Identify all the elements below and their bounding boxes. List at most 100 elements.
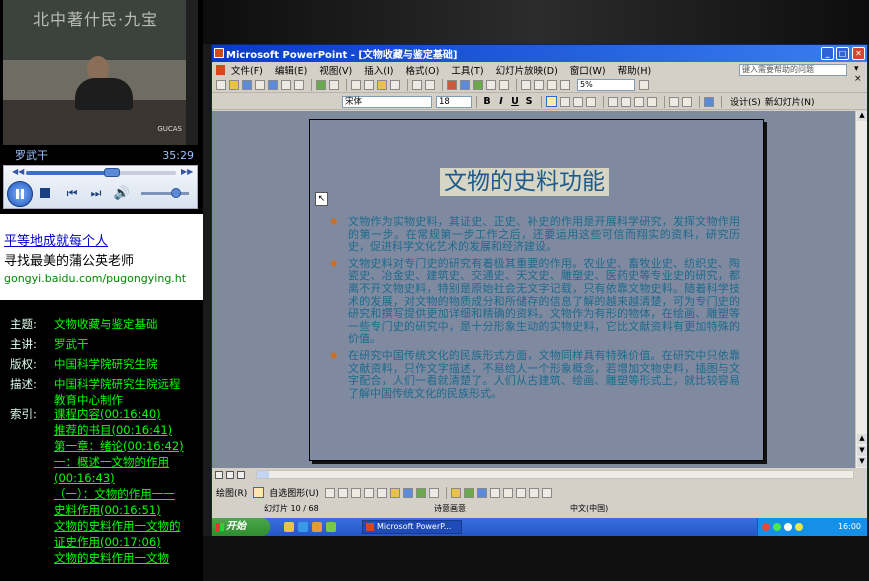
new-slide-button[interactable]: 新幻灯片(N) [765, 95, 815, 108]
tray-icon[interactable] [784, 523, 792, 531]
slide-sorter-icon[interactable] [226, 470, 234, 479]
fast-forward-icon[interactable]: ▶▶ [181, 167, 193, 176]
start-button[interactable]: 开始 [212, 518, 270, 536]
previous-icon[interactable]: ⏮ [64, 185, 80, 201]
save-icon[interactable] [242, 79, 252, 90]
vertical-scrollbar[interactable]: ▲ ▲ ▼ ▼ [855, 111, 867, 468]
print-icon[interactable] [281, 79, 291, 90]
stop-icon[interactable] [40, 188, 50, 198]
shadow-style-icon[interactable] [528, 487, 539, 498]
format-painter-icon[interactable] [390, 79, 400, 90]
rewind-icon[interactable]: ◀◀ [12, 167, 24, 176]
copy-icon[interactable] [364, 79, 374, 90]
scroll-up-icon[interactable]: ▲ [857, 111, 867, 121]
underline-button[interactable]: U [509, 96, 521, 107]
italic-button[interactable]: I [495, 96, 507, 107]
next-slide-icon[interactable]: ▼ [857, 446, 867, 456]
chart-icon[interactable] [447, 79, 457, 90]
pause-icon[interactable] [7, 181, 33, 207]
increase-indent-icon[interactable] [682, 96, 692, 107]
show-formatting-icon[interactable] [534, 79, 544, 90]
decrease-indent-icon[interactable] [669, 96, 679, 107]
menu-tools[interactable]: 工具(T) [451, 63, 483, 77]
document-icon[interactable] [216, 64, 225, 75]
help-search-input[interactable]: 键入需要帮助的问题 [739, 64, 847, 76]
seek-handle[interactable] [103, 168, 120, 177]
table-icon[interactable] [460, 79, 470, 90]
ie-icon[interactable] [298, 522, 308, 532]
slideshow-icon[interactable] [237, 470, 245, 479]
tables-borders-icon[interactable] [473, 79, 483, 90]
zoom-select[interactable]: 5% [577, 78, 635, 91]
align-right-icon[interactable] [573, 96, 583, 107]
numbering-icon[interactable] [608, 96, 618, 107]
scroll-thumb[interactable] [257, 471, 269, 478]
bullets-icon[interactable] [621, 96, 631, 107]
font-color-icon[interactable] [704, 96, 714, 107]
picture-icon[interactable] [428, 487, 439, 498]
show-desktop-icon[interactable] [284, 522, 294, 532]
insert-picture-icon[interactable] [486, 79, 496, 90]
previous-slide-icon[interactable]: ▲ [857, 434, 867, 444]
line-color-icon[interactable] [463, 487, 474, 498]
line-style-icon[interactable] [489, 487, 500, 498]
volume-handle[interactable] [170, 188, 181, 198]
undo-icon[interactable] [412, 79, 422, 90]
close-icon[interactable]: ✕ [852, 47, 865, 60]
help-icon[interactable] [639, 79, 649, 90]
horizontal-scrollbar[interactable] [256, 470, 854, 479]
next-icon[interactable]: ⏭ [88, 185, 104, 201]
font-color-draw-icon[interactable] [476, 487, 487, 498]
diagram-icon[interactable] [402, 487, 413, 498]
arrow-icon[interactable] [337, 487, 348, 498]
paste-icon[interactable] [377, 79, 387, 90]
tray-icon[interactable] [762, 523, 770, 531]
fill-color-icon[interactable] [450, 487, 461, 498]
ad-url[interactable]: gongyi.baidu.com/pugongying.ht [4, 272, 203, 285]
taskbar-powerpoint[interactable]: Microsoft PowerP... [362, 520, 462, 534]
index-item[interactable]: 推荐的书目(00:16:41) [54, 422, 184, 438]
window-titlebar[interactable]: Microsoft PowerPoint - [文物收藏与鉴定基础] _ □ ✕ [212, 45, 867, 62]
seek-bar[interactable] [26, 168, 176, 177]
index-item[interactable]: 文物的史料作用一文物的证史作用(00:17:06) [54, 518, 184, 550]
index-item[interactable]: 课程内容(00:16:40) [54, 406, 184, 422]
3d-style-icon[interactable] [541, 487, 552, 498]
index-item[interactable]: 文物的史料作用一文物 [54, 550, 184, 566]
email-icon[interactable] [268, 79, 278, 90]
align-left-icon[interactable] [546, 96, 557, 107]
index-item[interactable]: 一：概述一文物的作用(00:16:43) [54, 454, 184, 486]
menu-insert[interactable]: 插入(I) [364, 63, 393, 77]
arrow-style-icon[interactable] [515, 487, 526, 498]
line-icon[interactable] [324, 487, 335, 498]
slide-canvas[interactable]: 文物的史料功能 ↖ ◆ 文物作为实物史料，其证史、正史、补史的作用是开展科学研究，… [309, 119, 764, 461]
permission-icon[interactable] [255, 79, 265, 90]
wordart-icon[interactable] [389, 487, 400, 498]
menu-file[interactable]: 文件(F) [231, 63, 263, 77]
shadow-button[interactable]: S [523, 96, 535, 107]
volume-slider[interactable] [141, 188, 189, 198]
design-button[interactable]: 设计(S) [730, 95, 761, 108]
font-size-select[interactable]: 18 [436, 95, 472, 108]
grid-icon[interactable] [547, 79, 557, 90]
menu-window[interactable]: 窗口(W) [570, 63, 606, 77]
dash-style-icon[interactable] [502, 487, 513, 498]
slide-bullet[interactable]: ◆ 文物史料对专门史的研究有着极其重要的作用。农业史、畜牧业史、纺织史、陶瓷史、冶… [330, 257, 740, 346]
select-pointer-icon[interactable] [253, 487, 265, 498]
app-icon[interactable] [326, 522, 336, 532]
scroll-down-icon[interactable]: ▼ [857, 457, 867, 467]
oval-icon[interactable] [363, 487, 374, 498]
minimize-icon[interactable]: _ [821, 47, 834, 60]
slide-title[interactable]: 文物的史料功能 [440, 168, 609, 196]
ad-headline[interactable]: 平等地成就每个人 [4, 230, 203, 249]
hyperlink-icon[interactable] [499, 79, 509, 90]
normal-view-icon[interactable] [215, 470, 223, 479]
rectangle-icon[interactable] [350, 487, 361, 498]
open-icon[interactable] [229, 79, 239, 90]
spelling-icon[interactable] [316, 79, 326, 90]
menu-edit[interactable]: 编辑(E) [275, 63, 307, 77]
menu-view[interactable]: 视图(V) [319, 63, 352, 77]
slide-bullet[interactable]: ◆ 文物作为实物史料，其证史、正史、补史的作用是开展科学研究，发挥文物作用的第一步… [330, 215, 740, 254]
index-item[interactable]: 第一章：绪论(00:16:42) [54, 438, 184, 454]
align-center-icon[interactable] [560, 96, 570, 107]
menu-slideshow[interactable]: 幻灯片放映(D) [496, 63, 558, 77]
